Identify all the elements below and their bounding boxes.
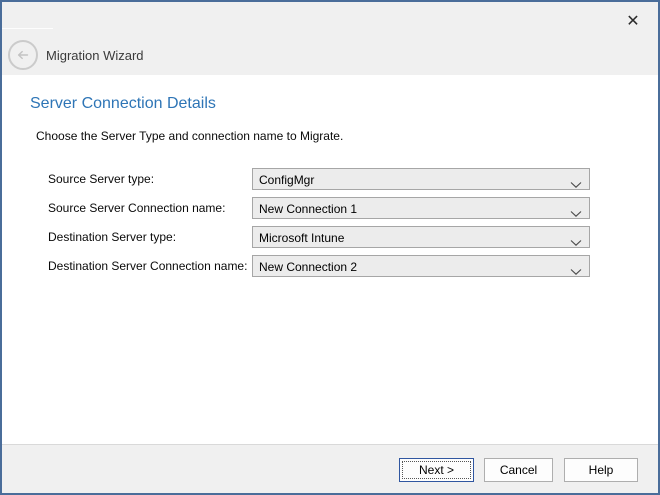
chevron-down-icon xyxy=(570,263,582,271)
source-server-connection-name-select[interactable]: New Connection 1 xyxy=(252,197,590,219)
page-title: Server Connection Details xyxy=(30,95,216,113)
destination-server-type-label: Destination Server type: xyxy=(48,230,176,244)
form-row: Destination Server Connection name: New … xyxy=(2,255,658,277)
source-server-type-label: Source Server type: xyxy=(48,172,154,186)
selected-value: New Connection 2 xyxy=(259,260,357,274)
source-server-type-select[interactable]: ConfigMgr xyxy=(252,168,590,190)
selected-value: Microsoft Intune xyxy=(259,231,344,245)
titlebar-divider xyxy=(2,28,53,29)
back-button[interactable] xyxy=(8,40,38,70)
wizard-title: Migration Wizard xyxy=(46,48,144,63)
destination-server-type-select[interactable]: Microsoft Intune xyxy=(252,226,590,248)
wizard-page: Server Connection Details Choose the Ser… xyxy=(2,75,658,444)
chevron-down-icon xyxy=(570,205,582,213)
selected-value: New Connection 1 xyxy=(259,202,357,216)
help-button[interactable]: Help xyxy=(564,458,638,482)
selected-value: ConfigMgr xyxy=(259,173,314,187)
destination-server-connection-name-label: Destination Server Connection name: xyxy=(48,259,247,273)
form-row: Source Server Connection name: New Conne… xyxy=(2,197,658,219)
wizard-footer: Next > Cancel Help xyxy=(2,444,658,493)
form-row: Source Server type: ConfigMgr xyxy=(2,168,658,190)
destination-server-connection-name-select[interactable]: New Connection 2 xyxy=(252,255,590,277)
form-row: Destination Server type: Microsoft Intun… xyxy=(2,226,658,248)
cancel-button[interactable]: Cancel xyxy=(484,458,553,482)
migration-wizard-window: ✕ Migration Wizard Server Connection Det… xyxy=(0,0,660,495)
page-description: Choose the Server Type and connection na… xyxy=(36,129,343,143)
wizard-header: ✕ Migration Wizard xyxy=(2,2,658,75)
chevron-down-icon xyxy=(570,176,582,184)
chevron-down-icon xyxy=(570,234,582,242)
arrow-left-icon xyxy=(15,47,31,63)
close-icon[interactable]: ✕ xyxy=(618,7,648,35)
source-server-connection-name-label: Source Server Connection name: xyxy=(48,201,225,215)
next-button[interactable]: Next > xyxy=(399,458,474,482)
